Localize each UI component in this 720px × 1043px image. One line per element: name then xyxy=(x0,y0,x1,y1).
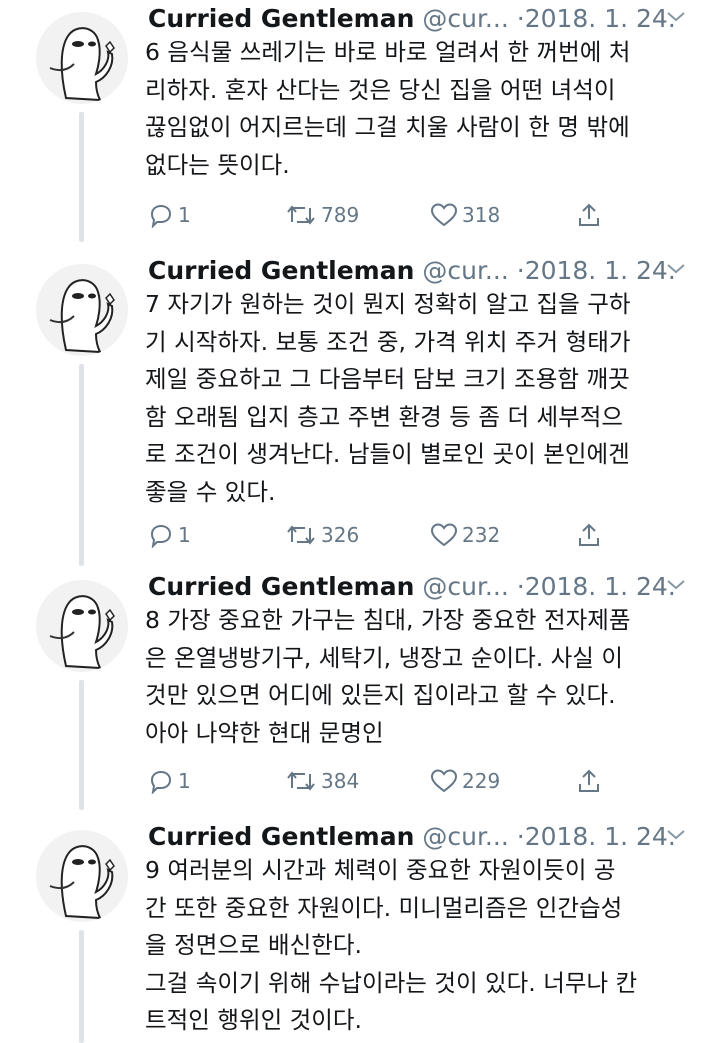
retweet-icon xyxy=(287,205,315,225)
tweet-text: 9 여러분의 시간과 체력이 중요한 자원이듯이 공 간 또한 중요한 자원이다… xyxy=(145,856,638,1034)
share-upload-icon xyxy=(579,523,599,546)
tweet-text: 8 가장 중요한 가구는 침대, 가장 중요한 전자제품 은 온열냉방기구, 세… xyxy=(145,606,631,747)
reply-button[interactable]: 1 xyxy=(148,520,191,550)
chevron-down-icon[interactable] xyxy=(664,256,688,280)
tweet-text: 6 음식물 쓰레기는 바로 바로 얼려서 한 꺼번에 처 리하자. 혼자 산다는… xyxy=(145,38,631,179)
retweet-count: 326 xyxy=(321,523,360,547)
reply-bubble-icon xyxy=(150,524,172,548)
retweet-icon xyxy=(287,771,315,791)
tweet-6[interactable]: Curried Gentleman @cur... ·2018. 1. 24. … xyxy=(0,0,720,255)
thread-connector xyxy=(79,364,84,566)
tweet-actions: 1 384 229 xyxy=(148,766,608,796)
separator-dot: · xyxy=(516,822,525,851)
retweet-button[interactable]: 789 xyxy=(285,200,359,230)
author-name[interactable]: Curried Gentleman xyxy=(148,572,414,601)
reply-count: 1 xyxy=(178,769,191,793)
tweet-header: Curried Gentleman @cur... ·2018. 1. 24. xyxy=(148,252,693,290)
chevron-down-icon[interactable] xyxy=(664,4,688,28)
like-count: 318 xyxy=(462,203,501,227)
author-name[interactable]: Curried Gentleman xyxy=(148,4,414,33)
thread-connector xyxy=(79,112,84,242)
heart-icon xyxy=(430,523,458,547)
author-name[interactable]: Curried Gentleman xyxy=(148,822,414,851)
like-count: 229 xyxy=(462,769,501,793)
reply-button[interactable]: 1 xyxy=(148,766,191,796)
author-avatar[interactable] xyxy=(36,12,128,104)
tweet-text: 7 자기가 원하는 것이 뭔지 정확히 알고 집을 구하 기 시작하자. 보통 … xyxy=(145,290,631,506)
tweet-header: Curried Gentleman @cur... ·2018. 1. 24. xyxy=(148,818,693,856)
tweet-date[interactable]: 2018. 1. 24. xyxy=(525,572,676,601)
retweet-count: 789 xyxy=(321,203,360,227)
tweet-actions: 1 326 232 xyxy=(148,520,608,550)
tweet-date[interactable]: 2018. 1. 24. xyxy=(525,4,676,33)
tweet-actions: 1 789 318 xyxy=(148,200,608,230)
heart-icon xyxy=(430,203,458,227)
tweet-date[interactable]: 2018. 1. 24. xyxy=(525,256,676,285)
like-button[interactable]: 232 xyxy=(430,520,500,550)
reply-bubble-icon xyxy=(150,770,172,794)
author-name[interactable]: Curried Gentleman xyxy=(148,256,414,285)
ghost-avatar-icon xyxy=(49,27,115,102)
share-button[interactable] xyxy=(576,520,606,550)
author-handle[interactable]: @cur... xyxy=(422,4,508,33)
thread-connector xyxy=(79,930,84,1043)
author-handle[interactable]: @cur... xyxy=(422,822,508,851)
reply-button[interactable]: 1 xyxy=(148,200,191,230)
tweet-header: Curried Gentleman @cur... ·2018. 1. 24. xyxy=(148,0,693,38)
thread-connector xyxy=(79,680,84,810)
reply-count: 1 xyxy=(178,523,191,547)
separator-dot: · xyxy=(516,572,525,601)
tweet-date[interactable]: 2018. 1. 24. xyxy=(525,822,676,851)
author-avatar[interactable] xyxy=(36,264,128,356)
share-upload-icon xyxy=(579,203,599,226)
like-count: 232 xyxy=(462,523,501,547)
retweet-button[interactable]: 384 xyxy=(285,766,359,796)
tweet-8[interactable]: Curried Gentleman @cur... ·2018. 1. 24. … xyxy=(0,568,720,818)
like-button[interactable]: 229 xyxy=(430,766,500,796)
author-handle[interactable]: @cur... xyxy=(422,572,508,601)
ghost-avatar-icon xyxy=(49,279,115,354)
tweet-9[interactable]: Curried Gentleman @cur... ·2018. 1. 24. … xyxy=(0,818,720,1043)
separator-dot: · xyxy=(516,4,525,33)
chevron-down-icon[interactable] xyxy=(664,572,688,596)
reply-bubble-icon xyxy=(150,204,172,228)
share-button[interactable] xyxy=(576,766,606,796)
author-avatar[interactable] xyxy=(36,580,128,672)
separator-dot: · xyxy=(516,256,525,285)
like-button[interactable]: 318 xyxy=(430,200,500,230)
author-handle[interactable]: @cur... xyxy=(422,256,508,285)
ghost-avatar-icon xyxy=(49,845,115,920)
tweet-7[interactable]: Curried Gentleman @cur... ·2018. 1. 24. … xyxy=(0,252,720,570)
share-upload-icon xyxy=(579,769,599,792)
reply-count: 1 xyxy=(178,203,191,227)
retweet-button[interactable]: 326 xyxy=(285,520,359,550)
chevron-down-icon[interactable] xyxy=(664,822,688,846)
share-button[interactable] xyxy=(576,200,606,230)
retweet-count: 384 xyxy=(321,769,360,793)
tweet-thread: Curried Gentleman @cur... ·2018. 1. 24. … xyxy=(0,0,720,1043)
ghost-avatar-icon xyxy=(49,595,115,670)
tweet-header: Curried Gentleman @cur... ·2018. 1. 24. xyxy=(148,568,693,606)
retweet-icon xyxy=(287,525,315,545)
author-avatar[interactable] xyxy=(36,830,128,922)
heart-icon xyxy=(430,769,458,793)
